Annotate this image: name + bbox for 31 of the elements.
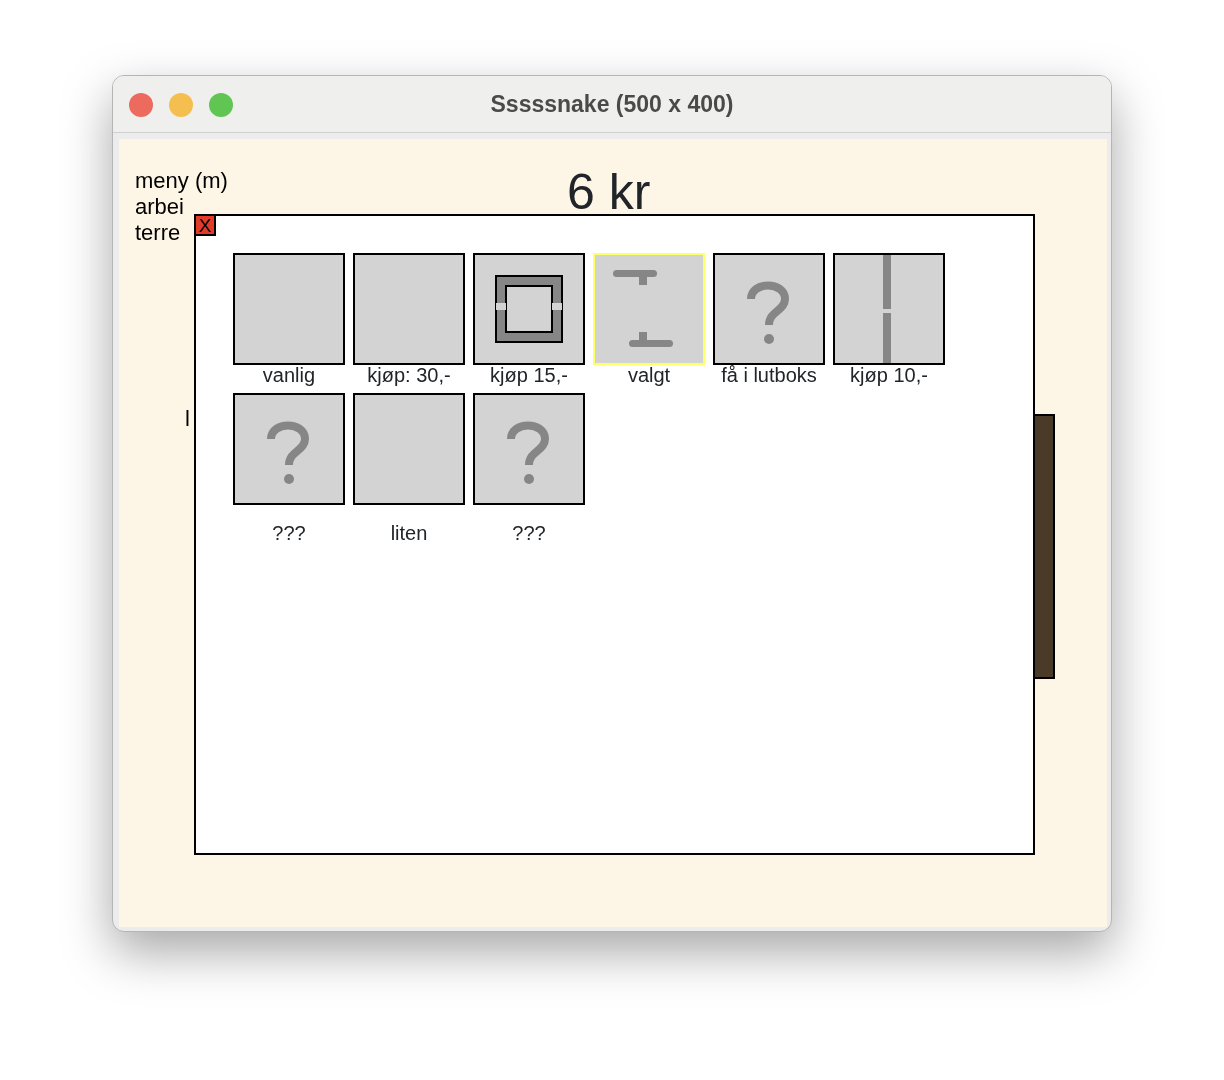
skin-label: vanlig [261,364,317,386]
skin-label: kjøp 15,- [489,364,569,386]
skin-label: få i lutboks [720,364,818,386]
skin-tile[interactable] [833,253,945,365]
skin-tile[interactable] [713,253,825,365]
close-button[interactable] [129,93,153,117]
skin-tile[interactable] [353,393,465,505]
skin-label: kjøp: 30,- [366,364,452,386]
wall-segment-icon [883,255,891,363]
skin-label: valgt [626,364,672,386]
skin-tile[interactable] [233,393,345,505]
square-frame-icon [495,275,563,343]
skin-label: ??? [271,522,307,544]
skin-label: liten [389,522,429,544]
question-mark-icon [267,421,309,484]
window-title: Sssssnake (500 x 400) [490,89,734,119]
skin-label: kjøp 10,- [849,364,929,386]
game-text: l [185,406,190,432]
pipe-pieces-icon [613,270,673,347]
question-mark-icon [507,421,549,484]
menu-text: terre [135,220,181,246]
skin-tile[interactable] [233,253,345,365]
skin-tile[interactable] [473,393,585,505]
skin-label: ??? [511,522,547,544]
money-counter: 6 kr [567,164,651,220]
skin-tile[interactable] [473,253,585,365]
menu-text: meny (m) [135,168,228,194]
close-button[interactable]: X [194,214,216,236]
skin-tile[interactable] [353,253,465,365]
question-mark-icon [747,281,789,344]
menu-text: arbei [135,194,184,220]
